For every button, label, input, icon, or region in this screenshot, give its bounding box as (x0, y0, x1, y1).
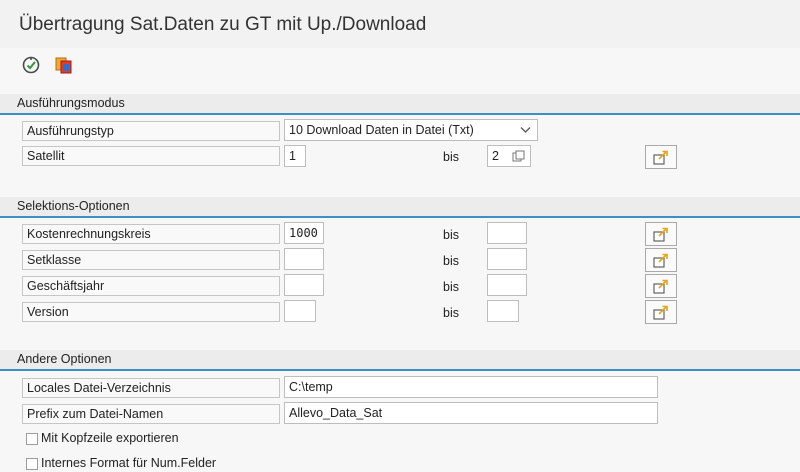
execution-type-label-text: Ausführungstyp (27, 124, 114, 138)
variants-icon (55, 57, 72, 74)
version-label: Version (22, 302, 280, 322)
multiple-selection-button-controlling-area[interactable] (645, 222, 677, 246)
file-prefix-label-text: Prefix zum Datei-Namen (27, 407, 164, 421)
satellite-label: Satellit (22, 146, 280, 166)
controlling-area-from-input[interactable]: 1000 (284, 222, 324, 244)
multiple-selection-icon (653, 227, 668, 242)
section-title: Selektions-Optionen (17, 199, 130, 213)
version-from-input[interactable] (284, 300, 316, 322)
local-directory-value: C:\temp (289, 380, 333, 394)
controlling-area-from-value: 1000 (289, 226, 318, 240)
file-prefix-value: Allevo_Data_Sat (289, 406, 383, 420)
set-class-bis-label: bis (443, 254, 459, 268)
set-class-label: Setklasse (22, 250, 280, 270)
fiscal-year-from-input[interactable] (284, 274, 324, 296)
multiple-selection-button-version[interactable] (645, 300, 677, 324)
section-header-execution: Ausführungsmodus (0, 94, 800, 115)
export-header-checkbox-label: Mit Kopfzeile exportieren (41, 431, 179, 445)
fiscal-year-to-input[interactable] (487, 274, 527, 296)
multiple-selection-icon (653, 150, 668, 165)
multiple-selection-icon (653, 279, 668, 294)
fiscal-year-label-text: Geschäftsjahr (27, 279, 105, 293)
version-label-text: Version (27, 305, 69, 319)
set-class-to-input[interactable] (487, 248, 527, 270)
title-bar: Übertragung Sat.Daten zu GT mit Up./Down… (0, 0, 800, 49)
multiple-selection-icon (653, 305, 668, 320)
toolbar (0, 48, 800, 86)
execution-type-label: Ausführungstyp (22, 121, 280, 141)
local-directory-label: Locales Datei-Verzeichnis (22, 378, 280, 398)
chevron-down-icon (520, 127, 531, 133)
multiple-selection-icon (653, 253, 668, 268)
local-directory-label-text: Locales Datei-Verzeichnis (27, 381, 171, 395)
multiple-selection-button-satellite[interactable] (645, 145, 677, 169)
file-prefix-input[interactable]: Allevo_Data_Sat (284, 402, 658, 424)
version-bis-label: bis (443, 306, 459, 320)
fiscal-year-bis-label: bis (443, 280, 459, 294)
local-directory-input[interactable]: C:\temp (284, 376, 658, 398)
section-header-selection: Selektions-Optionen (0, 197, 800, 218)
execute-icon (22, 56, 40, 74)
fiscal-year-label: Geschäftsjahr (22, 276, 280, 296)
satellite-label-text: Satellit (27, 149, 65, 163)
set-class-label-text: Setklasse (27, 253, 82, 267)
page-title: Übertragung Sat.Daten zu GT mit Up./Down… (19, 14, 427, 35)
section-title: Andere Optionen (17, 352, 112, 366)
satellite-from-input[interactable]: 1 (284, 145, 306, 167)
controlling-area-label-text: Kostenrechnungskreis (27, 227, 151, 241)
execution-type-dropdown[interactable]: 10 Download Daten in Datei (Txt) (284, 119, 538, 141)
internal-format-checkbox-label: Internes Format für Num.Felder (41, 456, 217, 470)
satellite-bis-label: bis (443, 150, 459, 164)
execute-button[interactable] (20, 54, 42, 76)
value-help-icon[interactable] (512, 150, 526, 162)
satellite-to-input[interactable]: 2 (487, 145, 531, 167)
controlling-area-bis-label: bis (443, 228, 459, 242)
get-variant-button[interactable] (53, 54, 75, 76)
set-class-from-input[interactable] (284, 248, 324, 270)
execution-type-value: 10 Download Daten in Datei (Txt) (289, 123, 474, 137)
controlling-area-label: Kostenrechnungskreis (22, 224, 280, 244)
multiple-selection-button-fiscal-year[interactable] (645, 274, 677, 298)
version-to-input[interactable] (487, 300, 519, 322)
section-header-other: Andere Optionen (0, 350, 800, 371)
export-header-checkbox[interactable] (26, 433, 38, 445)
multiple-selection-button-set-class[interactable] (645, 248, 677, 272)
file-prefix-label: Prefix zum Datei-Namen (22, 404, 280, 424)
internal-format-checkbox[interactable] (26, 458, 38, 470)
satellite-to-value: 2 (492, 149, 499, 163)
satellite-from-value: 1 (289, 149, 296, 163)
controlling-area-to-input[interactable] (487, 222, 527, 244)
section-title: Ausführungsmodus (17, 96, 125, 110)
